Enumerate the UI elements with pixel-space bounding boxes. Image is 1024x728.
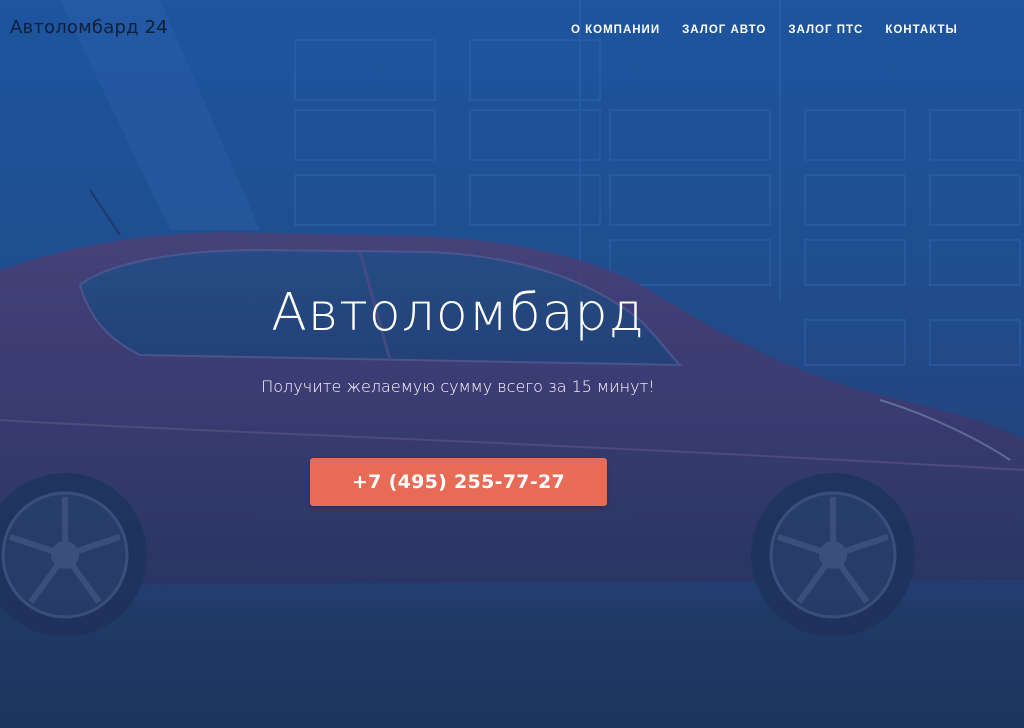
nav-item-pts-pledge[interactable]: ЗАЛОГ ПТС [777, 22, 874, 38]
nav-item-about[interactable]: О КОМПАНИИ [560, 22, 671, 38]
nav-item-car-pledge[interactable]: ЗАЛОГ АВТО [671, 22, 777, 38]
hero-background-image [0, 0, 1024, 728]
brand-logo[interactable]: Автоломбард 24 [10, 17, 168, 38]
nav-item-contacts[interactable]: КОНТАКТЫ [874, 22, 968, 38]
hero-subtitle: Получите желаемую сумму всего за 15 мину… [261, 377, 655, 396]
hero-title: Автоломбард [271, 283, 645, 343]
main-nav: О КОМПАНИИ ЗАЛОГ АВТО ЗАЛОГ ПТС КОНТАКТЫ [560, 22, 969, 38]
landing-page: Автоломбард 24 О КОМПАНИИ ЗАЛОГ АВТО ЗАЛ… [0, 0, 1024, 728]
call-phone-button[interactable]: +7 (495) 255-77-27 [310, 458, 607, 506]
